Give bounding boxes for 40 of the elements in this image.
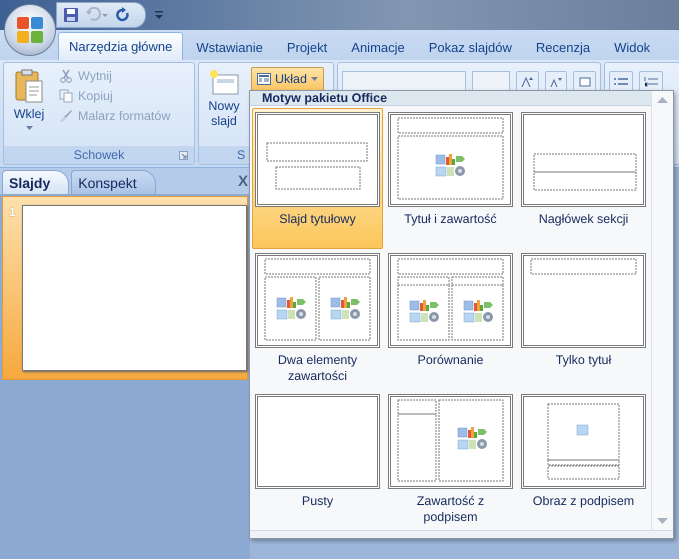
caret-icon (26, 126, 32, 130)
clipboard-icon (15, 69, 43, 103)
group-label: Schowek (4, 146, 194, 164)
caret-icon (310, 77, 318, 81)
paste-button[interactable]: Wklej (8, 67, 50, 142)
new-slide-button[interactable]: Nowy slajd (203, 67, 245, 142)
layout-icon (257, 73, 271, 85)
pane-tab[interactable]: Konspekt (71, 170, 156, 194)
layout-option[interactable]: Tylko tytuł (518, 249, 649, 390)
redo-icon[interactable] (115, 7, 131, 23)
save-icon[interactable] (63, 7, 79, 23)
layout-option[interactable]: Nagłówek sekcji (518, 108, 649, 249)
menu-title: Motyw pakietu Office (250, 91, 651, 106)
dialog-launcher-icon[interactable] (179, 151, 188, 160)
ribbon-tab[interactable]: Recenzja (524, 34, 602, 60)
ribbon-tab[interactable]: Animacje (340, 34, 416, 60)
resize-grip[interactable] (250, 530, 673, 538)
ribbon-tab[interactable]: Narzędzia główne (58, 32, 184, 60)
ribbon-tab[interactable]: Pokaz slajdów (418, 34, 523, 60)
layout-option[interactable]: Slajd tytułowy (252, 108, 383, 249)
slide-number: 1 (9, 205, 16, 221)
layout-option[interactable]: Pusty (252, 390, 383, 531)
office-logo-icon (16, 16, 44, 44)
slide-thumbnail[interactable] (22, 205, 247, 371)
layout-option[interactable]: Zawartość z podpisem (385, 390, 516, 531)
ribbon-tab[interactable]: Wstawianie (185, 34, 274, 60)
layout-option[interactable]: Porównanie (385, 249, 516, 390)
layout-option[interactable]: Obraz z podpisem (518, 390, 649, 531)
customize-arrow-icon[interactable] (154, 9, 164, 21)
layout-dropdown-button[interactable]: Układ (251, 67, 324, 91)
layout-option[interactable]: Dwa elementy zawartości (252, 249, 383, 390)
ribbon-tab[interactable]: Projekt (276, 34, 338, 60)
new-slide-icon (209, 69, 239, 95)
ribbon-tab[interactable]: Widok (603, 34, 662, 60)
scissors-icon (59, 69, 73, 83)
pane-tab[interactable]: Slajdy (2, 170, 70, 194)
close-pane-button[interactable]: X (238, 172, 248, 190)
copy-icon (59, 89, 73, 103)
layout-option[interactable]: Tytuł i zawartość (385, 108, 516, 249)
brush-icon (59, 109, 73, 123)
